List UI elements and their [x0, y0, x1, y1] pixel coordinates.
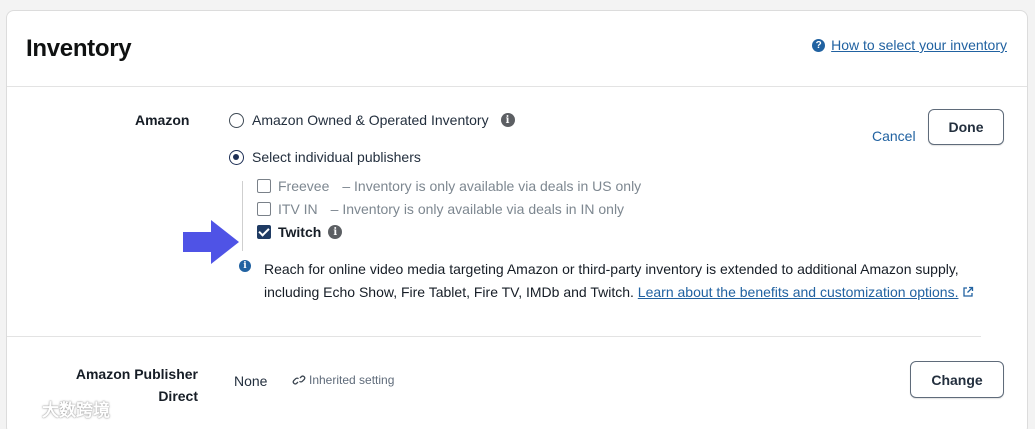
- link-icon: [292, 375, 306, 385]
- done-button[interactable]: Done: [928, 109, 1004, 145]
- publisher-direct-label-line1: Amazon Publisher: [75, 366, 198, 382]
- info-icon[interactable]: i: [500, 113, 515, 127]
- checkbox[interactable]: [257, 202, 271, 216]
- change-button[interactable]: Change: [910, 361, 1004, 398]
- inventory-card: Inventory ? How to select your inventory…: [6, 10, 1028, 429]
- checkbox[interactable]: [257, 179, 271, 193]
- card-header: Inventory ? How to select your inventory: [7, 11, 1027, 87]
- publisher-note: – Inventory is only available via deals …: [342, 178, 642, 194]
- inherited-setting: Inherited setting: [292, 373, 394, 387]
- check-icon[interactable]: [257, 225, 271, 239]
- arrow-right-icon: [183, 220, 239, 264]
- info-icon: i: [239, 260, 251, 272]
- help-link-label: How to select your inventory: [831, 37, 1007, 53]
- watermark-icon: [9, 400, 37, 416]
- radio-label-owned: Amazon Owned & Operated Inventory: [252, 112, 489, 128]
- learn-more-link-label: Learn about the benefits and customizati…: [637, 283, 959, 300]
- radio-amazon-owned[interactable]: Amazon Owned & Operated Inventory i: [229, 112, 515, 128]
- watermark-text: 大数跨境: [42, 401, 110, 420]
- publisher-name: Twitch: [278, 224, 322, 240]
- publisher-name: ITV IN: [278, 201, 318, 217]
- page-title: Inventory: [26, 35, 132, 62]
- publisher-checkbox-freevee[interactable]: Freevee – Inventory is only available vi…: [257, 178, 641, 194]
- publisher-name: Freevee: [278, 178, 330, 194]
- publisher-group-line: [242, 181, 243, 251]
- watermark-logo: 大数跨境: [8, 396, 110, 421]
- help-icon: ?: [812, 38, 826, 52]
- publisher-checkbox-twitch[interactable]: Twitch i: [257, 224, 343, 240]
- radio-label-individual: Select individual publishers: [252, 149, 421, 165]
- row-divider: [7, 336, 981, 337]
- learn-more-link[interactable]: Learn about the benefits and customizati…: [638, 284, 959, 300]
- radio-individual-publishers[interactable]: Select individual publishers: [229, 149, 421, 165]
- info-icon[interactable]: i: [328, 225, 343, 239]
- radio-button-selected[interactable]: [229, 149, 244, 165]
- external-link-icon: [963, 286, 974, 297]
- radio-button[interactable]: [229, 112, 244, 128]
- publisher-checkbox-itv-in[interactable]: ITV IN – Inventory is only available via…: [257, 201, 624, 217]
- publisher-direct-value: None: [234, 373, 268, 389]
- publisher-note: – Inventory is only available via deals …: [330, 201, 625, 217]
- inherited-setting-label: Inherited setting: [309, 373, 395, 387]
- amazon-row-label: Amazon: [135, 112, 190, 128]
- info-note: Reach for online video media targeting A…: [264, 258, 999, 303]
- cancel-link[interactable]: Cancel: [872, 128, 916, 144]
- help-link[interactable]: ? How to select your inventory: [812, 37, 1007, 53]
